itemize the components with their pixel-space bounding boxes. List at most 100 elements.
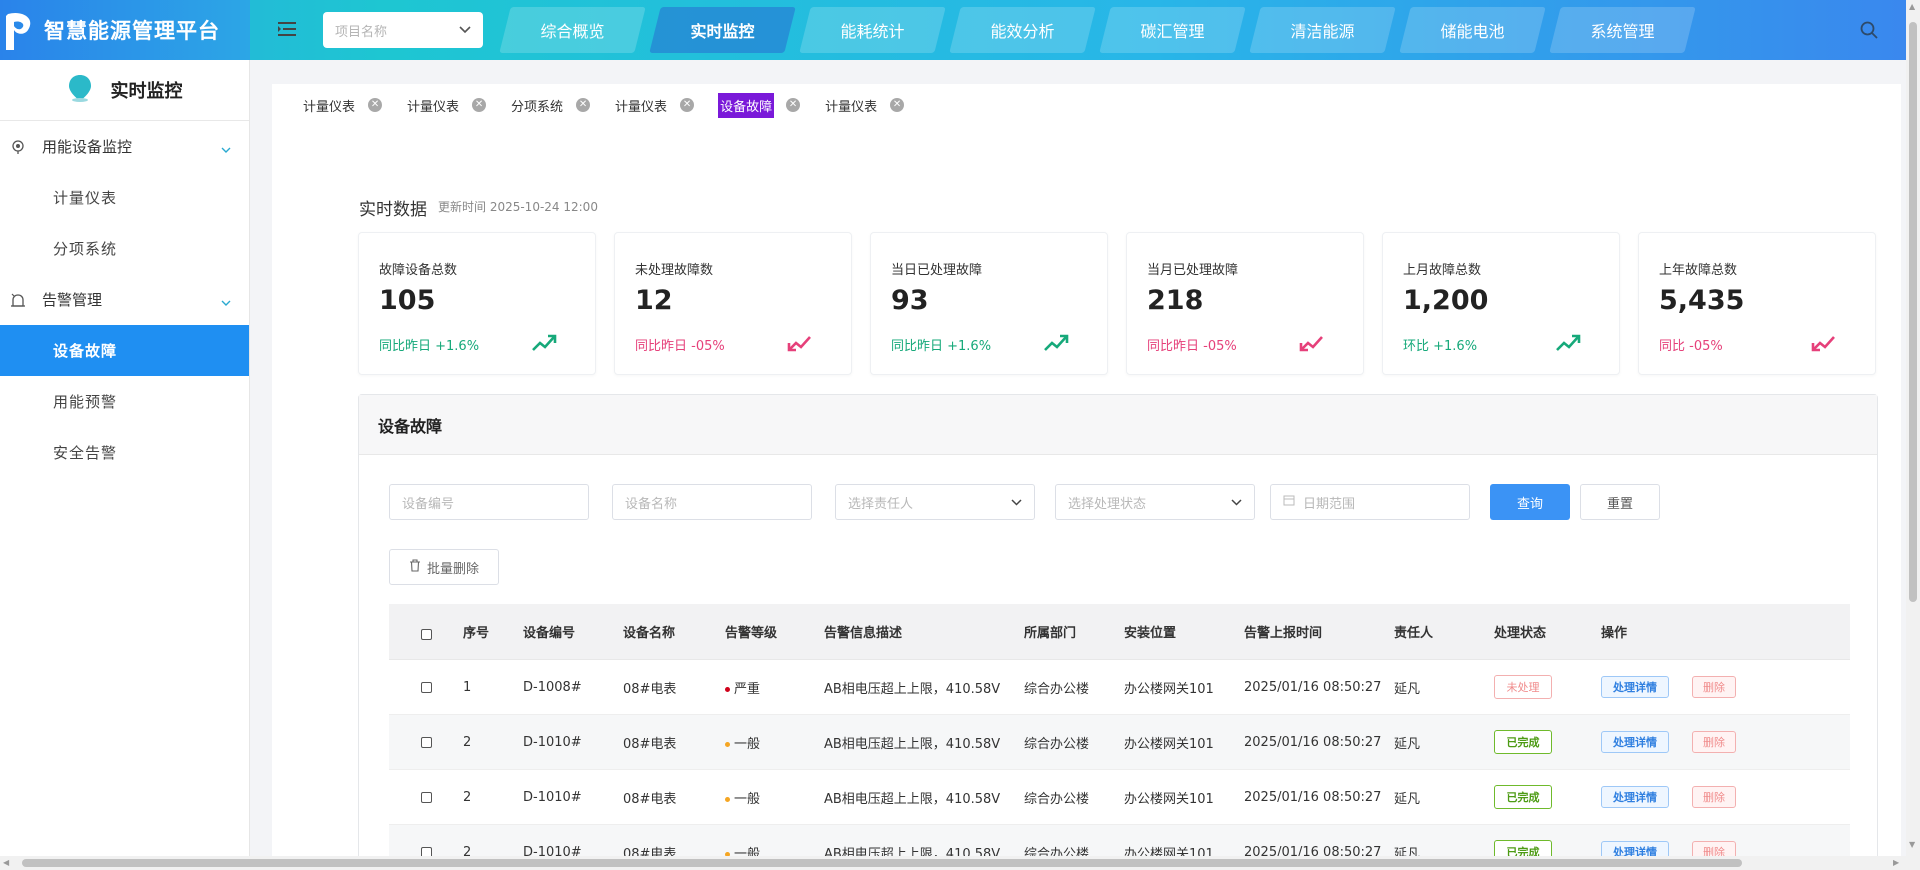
th-status: 处理状态 <box>1494 626 1547 641</box>
cell-description: AB相电压超上上限，410.58V <box>824 791 1001 807</box>
main-nav: 综合概览 实时监控 能耗统计 能效分析 碳汇管理 清洁能源 储能电池 系统管理 <box>505 7 1705 53</box>
trend-up-icon <box>531 333 557 353</box>
sidebar-item-energy-warning[interactable]: 用能预警 <box>0 376 249 427</box>
th-actions: 操作 <box>1601 626 1628 641</box>
scroll-right-icon[interactable]: ▶ <box>1893 858 1899 867</box>
scroll-up-icon[interactable]: ▲ <box>1909 2 1915 11</box>
table-row: 2 D-1010# 08#电表 一般 AB相电压超上上限，410.58V 综合办… <box>389 715 1850 770</box>
stat-change: 同比昨日 -05% <box>635 339 725 354</box>
cell-department: 综合办公楼 <box>1024 681 1090 697</box>
horizontal-scrollbar[interactable]: ◀ ▶ <box>0 856 1906 870</box>
page-tab[interactable]: 计量仪表 ✕ <box>406 94 487 117</box>
calendar-icon <box>1283 494 1295 510</box>
nav-tab-carbon[interactable]: 碳汇管理 <box>1105 7 1240 53</box>
sidebar-item-meter[interactable]: 计量仪表 <box>0 172 249 223</box>
page-tab[interactable]: 计量仪表 ✕ <box>302 94 383 117</box>
cell-index: 2 <box>463 734 472 750</box>
stat-value: 93 <box>891 285 929 316</box>
owner-select[interactable]: 选择责任人 <box>835 484 1035 520</box>
stat-label: 未处理故障数 <box>635 263 714 278</box>
sidebar-item-device-fault[interactable]: 设备故障 <box>0 325 249 376</box>
th-owner: 责任人 <box>1394 626 1434 641</box>
page-tab[interactable]: 计量仪表 ✕ <box>614 94 695 117</box>
cell-report-time: 2025/01/16 08:50:27 <box>1244 789 1382 805</box>
vertical-scrollbar[interactable]: ▲ ▼ <box>1906 0 1920 870</box>
delete-button[interactable]: 删除 <box>1692 786 1736 808</box>
cell-device-code: D-1010# <box>523 789 582 805</box>
cell-department: 综合办公楼 <box>1024 736 1090 752</box>
nav-tab-storage[interactable]: 储能电池 <box>1405 7 1540 53</box>
th-department: 所属部门 <box>1024 626 1077 641</box>
nav-tab-realtime[interactable]: 实时监控 <box>655 7 790 53</box>
sidebar-header: 实时监控 <box>0 60 249 121</box>
stats-row: 故障设备总数 105 同比昨日 +1.6% 未处理故障数 12 同比昨日 -05… <box>358 232 1876 375</box>
page-tab-active[interactable]: 设备故障 ✕ <box>718 92 801 118</box>
stat-label: 故障设备总数 <box>379 263 458 278</box>
cell-report-time: 2025/01/16 08:50:27 <box>1244 679 1382 695</box>
close-icon[interactable]: ✕ <box>890 98 905 112</box>
stat-change: 环比 +1.6% <box>1403 339 1478 354</box>
th-location: 安装位置 <box>1124 626 1177 641</box>
sidebar-item-safety-alarm[interactable]: 安全告警 <box>0 427 249 478</box>
sidebar-group-label: 用能设备监控 <box>42 138 133 156</box>
reset-button[interactable]: 重置 <box>1580 484 1660 520</box>
status-badge: 已完成 <box>1494 785 1552 809</box>
level-dot <box>725 796 730 802</box>
detail-button[interactable]: 处理详情 <box>1601 786 1669 808</box>
row-checkbox[interactable] <box>389 736 463 748</box>
device-no-input[interactable]: 设备编号 <box>389 484 589 520</box>
chevron-down-icon <box>221 293 231 311</box>
query-button[interactable]: 查询 <box>1490 484 1570 520</box>
project-select[interactable]: 项目名称 <box>323 12 483 48</box>
detail-button[interactable]: 处理详情 <box>1601 676 1669 698</box>
close-icon[interactable]: ✕ <box>786 98 801 112</box>
filter-bar: 设备编号 设备名称 选择责任人 选择处理状态 日期范围 查询 重置 <box>389 484 1660 520</box>
search-icon[interactable] <box>1859 20 1881 42</box>
stat-label: 上年故障总数 <box>1659 263 1738 278</box>
menu-toggle-icon[interactable] <box>276 18 298 40</box>
cell-description: AB相电压超上上限，410.58V <box>824 681 1001 697</box>
close-icon[interactable]: ✕ <box>680 98 695 112</box>
status-select[interactable]: 选择处理状态 <box>1055 484 1255 520</box>
cell-device-name: 08#电表 <box>623 791 677 807</box>
page-tab[interactable]: 计量仪表 ✕ <box>824 94 905 117</box>
close-icon[interactable]: ✕ <box>472 98 487 112</box>
nav-tab-efficiency[interactable]: 能效分析 <box>955 7 1090 53</box>
page-tab[interactable]: 分项系统 ✕ <box>510 94 591 117</box>
chevron-down-icon <box>459 23 471 38</box>
detail-button[interactable]: 处理详情 <box>1601 731 1669 753</box>
stat-value: 5,435 <box>1659 285 1745 316</box>
nav-tab-consumption[interactable]: 能耗统计 <box>805 7 940 53</box>
fault-table: 序号 设备编号 设备名称 告警等级 告警信息描述 所属部门 安装位置 告警上报时… <box>389 604 1850 870</box>
table-header: 序号 设备编号 设备名称 告警等级 告警信息描述 所属部门 安装位置 告警上报时… <box>389 604 1850 660</box>
nav-tab-overview[interactable]: 综合概览 <box>505 7 640 53</box>
device-name-input[interactable]: 设备名称 <box>612 484 812 520</box>
sidebar-group-alarm[interactable]: 告警管理 <box>0 274 249 325</box>
stat-card: 上年故障总数 5,435 同比 -05% <box>1638 232 1876 375</box>
close-icon[interactable]: ✕ <box>368 98 383 112</box>
tab-label: 设备故障 <box>718 92 775 118</box>
stat-change: 同比 -05% <box>1659 339 1723 354</box>
batch-delete-button[interactable]: 批量删除 <box>389 549 499 585</box>
cell-description: AB相电压超上上限，410.58V <box>824 736 1001 752</box>
scroll-down-icon[interactable]: ▼ <box>1909 840 1915 849</box>
nav-tab-system[interactable]: 系统管理 <box>1555 7 1690 53</box>
select-all-checkbox[interactable] <box>389 623 463 640</box>
horizontal-scroll-thumb[interactable] <box>22 859 1742 867</box>
row-checkbox[interactable] <box>389 791 463 803</box>
scroll-left-icon[interactable]: ◀ <box>3 858 9 867</box>
cell-location: 办公楼网关101 <box>1124 681 1214 697</box>
sidebar-item-subsystem[interactable]: 分项系统 <box>0 223 249 274</box>
cell-report-time: 2025/01/16 08:50:27 <box>1244 734 1382 750</box>
delete-button[interactable]: 删除 <box>1692 731 1736 753</box>
update-time: 更新时间 2025-10-24 12:00 <box>438 200 598 214</box>
close-icon[interactable]: ✕ <box>576 98 591 112</box>
location-pin-icon <box>67 73 93 107</box>
delete-button[interactable]: 删除 <box>1692 676 1736 698</box>
row-checkbox[interactable] <box>389 681 463 693</box>
date-range-picker[interactable]: 日期范围 <box>1270 484 1470 520</box>
cell-status: 已完成 <box>1494 730 1601 754</box>
sidebar-group-device-monitor[interactable]: 用能设备监控 <box>0 121 249 172</box>
nav-tab-clean-energy[interactable]: 清洁能源 <box>1255 7 1390 53</box>
vertical-scroll-thumb[interactable] <box>1909 22 1917 602</box>
